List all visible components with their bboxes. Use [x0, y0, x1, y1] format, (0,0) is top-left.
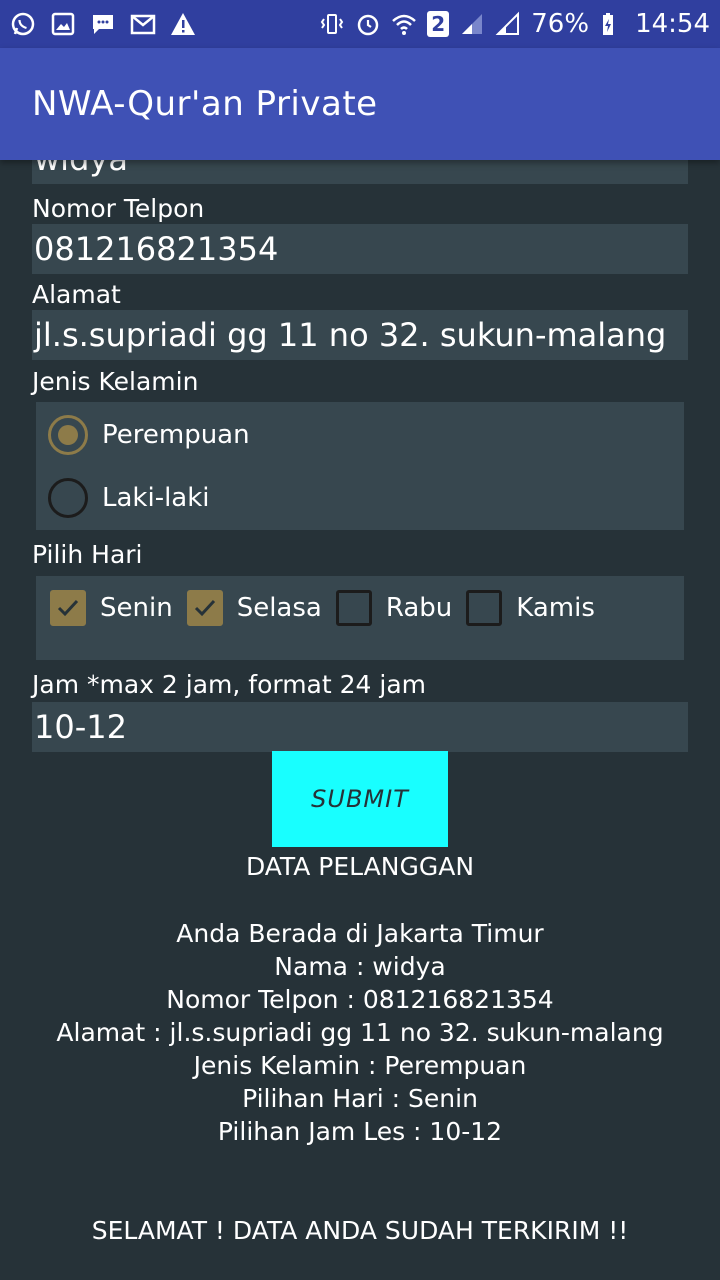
- submit-button[interactable]: SUBMIT: [272, 751, 448, 847]
- message-icon: [90, 11, 116, 37]
- mail-icon: [130, 11, 156, 37]
- checkbox-label: Senin: [100, 593, 173, 623]
- signal-icon-2: [495, 11, 521, 37]
- result-line-day: Pilihan Hari : Senin: [242, 1084, 478, 1113]
- vibrate-icon: [319, 11, 345, 37]
- address-field[interactable]: jl.s.supriadi gg 11 no 32. sukun-malang: [32, 310, 688, 360]
- result-line-address: Alamat : jl.s.supriadi gg 11 no 32. suku…: [56, 1018, 664, 1047]
- result-details: Anda Berada di Jakarta Timur Nama : widy…: [0, 917, 720, 1148]
- result-line-gender: Jenis Kelamin : Perempuan: [193, 1051, 527, 1080]
- day-checkbox-group: Senin Selasa Rabu Kamis: [36, 576, 684, 660]
- sim2-icon: 2: [427, 11, 450, 37]
- status-bar: 2 76% 14:54: [0, 0, 720, 48]
- app-title: NWA-Qur'an Private: [32, 84, 378, 124]
- address-label: Alamat: [32, 280, 121, 309]
- checkbox-checked-icon[interactable]: [186, 590, 223, 626]
- wifi-icon: [391, 11, 417, 37]
- success-message: SELAMAT ! DATA ANDA SUDAH TERKIRIM !!: [91, 1216, 629, 1245]
- result-heading: DATA PELANGGAN: [245, 852, 475, 881]
- form-scroll-area[interactable]: widya Nomor Telpon 081216821354 Alamat j…: [0, 160, 720, 1280]
- radio-checked-icon[interactable]: [48, 415, 88, 455]
- image-icon: [50, 11, 76, 37]
- checkbox-unchecked-icon[interactable]: [466, 590, 503, 626]
- gender-label: Jenis Kelamin: [32, 367, 199, 396]
- app-bar: NWA-Qur'an Private: [0, 48, 720, 160]
- warning-icon: [170, 11, 196, 37]
- battery-icon: [599, 11, 625, 37]
- checkbox-senin[interactable]: Senin: [50, 590, 173, 626]
- radio-label: Perempuan: [102, 420, 250, 450]
- checkbox-selasa[interactable]: Selasa: [186, 590, 322, 626]
- checkbox-kamis[interactable]: Kamis: [466, 590, 595, 626]
- signal-icon: [459, 11, 485, 37]
- clock: 14:54: [635, 9, 710, 39]
- radio-option-laki-laki[interactable]: Laki-laki: [48, 478, 210, 518]
- checkbox-rabu[interactable]: Rabu: [335, 590, 453, 626]
- day-label: Pilih Hari: [32, 540, 143, 569]
- result-line-location: Anda Berada di Jakarta Timur: [176, 919, 544, 948]
- phone-label: Nomor Telpon: [32, 194, 205, 223]
- time-field[interactable]: 10-12: [32, 702, 688, 752]
- checkbox-label: Rabu: [385, 593, 453, 623]
- gender-radio-group: Perempuan Laki-laki: [36, 402, 684, 530]
- phone-field[interactable]: 081216821354: [32, 224, 688, 274]
- alarm-icon: [355, 11, 381, 37]
- result-line-phone: Nomor Telpon : 081216821354: [166, 985, 554, 1014]
- time-label: Jam *max 2 jam, format 24 jam: [32, 670, 427, 699]
- name-field[interactable]: widya: [32, 160, 688, 184]
- battery-percent: 76%: [531, 9, 590, 39]
- checkbox-unchecked-icon[interactable]: [335, 590, 372, 626]
- radio-unchecked-icon[interactable]: [48, 478, 88, 518]
- radio-label: Laki-laki: [102, 483, 210, 513]
- whatsapp-icon: [10, 11, 36, 37]
- result-line-name: Nama : widya: [274, 952, 446, 981]
- checkbox-label: Kamis: [516, 593, 595, 623]
- checkbox-label: Selasa: [236, 593, 322, 623]
- result-line-hours: Pilihan Jam Les : 10-12: [217, 1117, 503, 1146]
- radio-option-perempuan[interactable]: Perempuan: [48, 415, 250, 455]
- checkbox-checked-icon[interactable]: [50, 590, 86, 626]
